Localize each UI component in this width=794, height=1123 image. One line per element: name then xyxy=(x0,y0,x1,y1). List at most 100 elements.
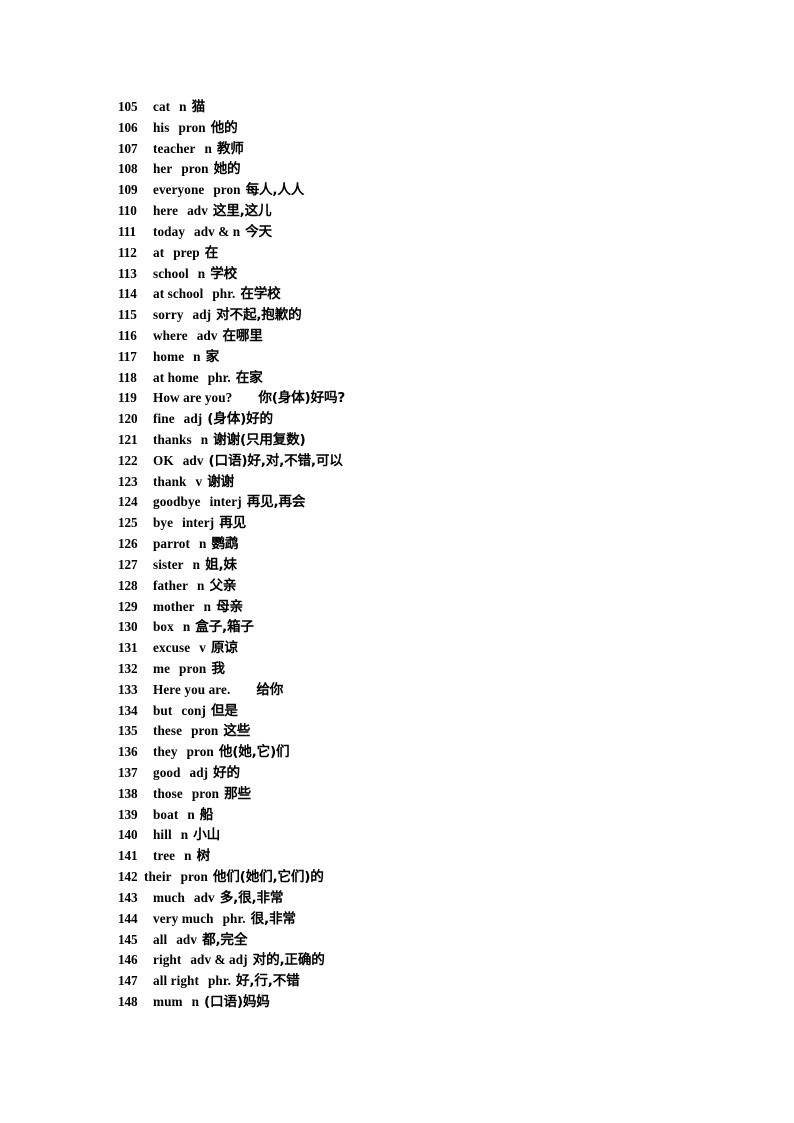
vocab-entry-number: 109 xyxy=(118,182,138,198)
vocab-row: 132 me pron 我 xyxy=(118,659,718,680)
vocab-definition: 再见,再会 xyxy=(246,494,306,511)
vocab-part-of-speech: phr. xyxy=(207,973,231,989)
vocab-definition: 他的 xyxy=(210,119,238,136)
vocab-row: 144 very much phr. 很,非常 xyxy=(118,909,718,930)
vocab-part-of-speech: n xyxy=(184,848,192,864)
vocab-word: those xyxy=(153,785,183,801)
vocab-entry-number: 136 xyxy=(118,744,138,760)
vocab-row: 135 these pron 这些 xyxy=(118,721,718,742)
vocab-definition: 我 xyxy=(211,660,225,677)
vocab-word: where xyxy=(153,327,188,343)
vocab-entry-number: 146 xyxy=(118,952,138,968)
vocab-part-of-speech: adv & n xyxy=(194,223,241,239)
vocab-word: but xyxy=(153,702,173,718)
vocab-row: 127 sister n 姐,妹 xyxy=(118,555,718,576)
vocab-part-of-speech: adv & adj xyxy=(190,952,248,968)
vocab-part-of-speech: phr. xyxy=(222,910,246,926)
vocab-part-of-speech: interj xyxy=(209,494,242,510)
vocab-row: 142 their pron 他们(她们,它们)的 xyxy=(118,867,718,888)
vocab-definition: 在哪里 xyxy=(222,327,263,344)
vocab-entry-number: 115 xyxy=(118,307,137,323)
vocab-word: their xyxy=(144,869,172,885)
vocab-part-of-speech: n xyxy=(182,619,191,635)
vocab-entry-number: 126 xyxy=(118,536,138,552)
vocab-entry-number: 134 xyxy=(118,702,138,718)
vocab-row: 122 OK adv (口语)好,对,不错,可以 xyxy=(118,451,718,472)
vocab-word: good xyxy=(153,765,181,780)
vocab-row: 123 thank v 谢谢 xyxy=(118,472,718,493)
vocab-row: 130 box n 盒子,箱子 xyxy=(118,617,718,638)
vocab-entry-number: 114 xyxy=(118,286,137,302)
vocab-definition: 好,行,不错 xyxy=(235,973,300,990)
vocab-word: at home xyxy=(153,369,199,385)
vocab-definition: 学校 xyxy=(210,265,238,282)
vocab-entry-number: 139 xyxy=(118,806,138,822)
vocab-definition: 小山 xyxy=(193,827,220,844)
vocab-word: fine xyxy=(153,411,175,427)
vocab-part-of-speech: pron xyxy=(181,161,209,177)
vocab-part-of-speech: n xyxy=(204,140,212,156)
vocab-definition: 盒子,箱子 xyxy=(195,619,254,636)
vocab-word: bye xyxy=(153,515,174,531)
vocab-word: much xyxy=(153,889,185,905)
vocab-word: parrot xyxy=(153,536,190,552)
vocab-part-of-speech: conj xyxy=(181,702,206,718)
vocab-part-of-speech: n xyxy=(198,536,207,552)
vocab-part-of-speech: n xyxy=(197,265,206,281)
vocab-word: here xyxy=(153,203,179,219)
vocab-entry-number: 124 xyxy=(118,494,138,510)
vocab-definition: 他(她,它)们 xyxy=(218,744,290,761)
vocab-row: 125 bye interj 再见 xyxy=(118,513,718,534)
vocab-definition: 原谅 xyxy=(210,640,238,657)
vocab-definition: 教师 xyxy=(216,140,244,157)
vocab-row: 114 at school phr. 在学校 xyxy=(118,284,718,305)
vocab-part-of-speech: pron xyxy=(178,119,206,135)
vocab-row: 148 mum n (口语)妈妈 xyxy=(118,992,718,1013)
vocab-part-of-speech: adj xyxy=(183,411,203,427)
vocab-word: me xyxy=(153,660,171,676)
vocab-row: 105 cat n 猫 xyxy=(118,97,718,118)
vocab-row: 140 hill n 小山 xyxy=(118,825,718,846)
vocab-row: 129 mother n 母亲 xyxy=(118,597,718,618)
vocab-entry-number: 110 xyxy=(118,203,137,219)
vocab-row: 139 boat n 船 xyxy=(118,805,718,826)
vocab-part-of-speech: phr. xyxy=(207,369,231,385)
vocab-part-of-speech: pron xyxy=(180,869,208,885)
vocab-definition: 在学校 xyxy=(240,286,281,303)
vocab-word: these xyxy=(153,723,183,739)
vocab-entry-number: 143 xyxy=(118,889,138,905)
vocab-definition: 多,很,非常 xyxy=(219,889,284,906)
vocab-definition: 再见 xyxy=(219,515,246,532)
vocab-word: everyone xyxy=(153,182,205,198)
vocab-entry-number: 112 xyxy=(118,244,137,260)
vocab-entry-number: 138 xyxy=(118,785,138,801)
vocab-row: 133 Here you are. 给你 xyxy=(118,680,718,701)
vocab-entry-number: 125 xyxy=(118,515,138,531)
vocab-row: 126 parrot n 鹦鹉 xyxy=(118,534,718,555)
vocab-entry-number: 140 xyxy=(118,827,138,843)
vocab-definition: 姐,妹 xyxy=(205,556,237,573)
vocab-part-of-speech: n xyxy=(193,348,201,364)
vocab-part-of-speech: n xyxy=(180,827,189,843)
vocab-word: right xyxy=(153,952,182,968)
vocab-part-of-speech: adj xyxy=(192,307,212,323)
vocab-row: 106 his pron 他的 xyxy=(118,118,718,139)
vocab-word: all right xyxy=(153,973,199,989)
vocab-definition: 但是 xyxy=(210,702,238,719)
vocab-word: at xyxy=(153,244,165,260)
vocab-definition: 这里,这儿 xyxy=(212,203,272,220)
vocab-definition: (身体)好的 xyxy=(207,411,273,428)
vocab-definition: 家 xyxy=(205,348,220,365)
vocab-part-of-speech: adj xyxy=(189,765,209,780)
vocab-word: very much xyxy=(153,910,214,926)
vocab-word: teacher xyxy=(153,140,196,156)
vocab-row: 143 much adv 多,很,非常 xyxy=(118,888,718,909)
vocab-entry-number: 105 xyxy=(118,99,138,114)
vocab-entry-number: 132 xyxy=(118,660,138,676)
vocab-entry-number: 130 xyxy=(118,619,138,635)
vocab-entry-number: 147 xyxy=(118,973,138,989)
vocab-entry-number: 129 xyxy=(118,598,138,614)
vocab-row: 136 they pron 他(她,它)们 xyxy=(118,742,718,763)
vocab-entry-number: 108 xyxy=(118,161,138,177)
vocab-part-of-speech: adv xyxy=(196,327,218,343)
